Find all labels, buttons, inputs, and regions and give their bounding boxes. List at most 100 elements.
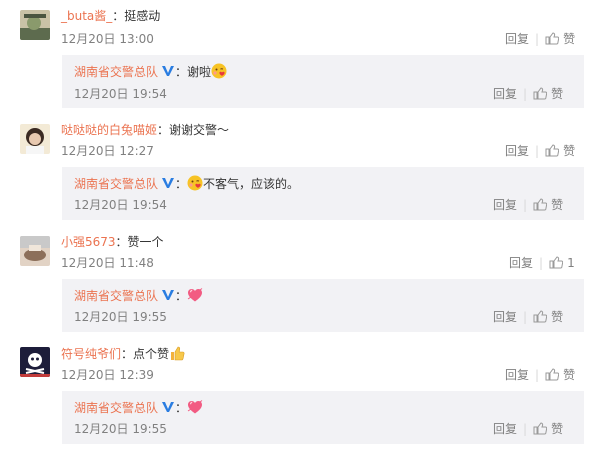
comment-actions: 回复 | 赞 (505, 32, 575, 46)
like-button[interactable]: 赞 (545, 32, 575, 46)
reply-time: 12月20日 19:54 (74, 87, 167, 101)
reply-button[interactable]: 回复 (493, 87, 517, 101)
action-divider: | (523, 87, 528, 101)
reply-username[interactable]: 湖南省交警总队 (74, 401, 158, 415)
reply-actions: 回复 | 赞 (493, 422, 563, 436)
reply-line: 湖南省交警总队 ： 不客气，应该的。 (74, 175, 299, 192)
reply-line: 湖南省交警总队 ： (74, 287, 203, 304)
reply-actions: 回复 | 赞 (493, 198, 563, 212)
thumbs-up-icon (533, 198, 548, 211)
like-button[interactable]: 赞 (533, 310, 563, 324)
reply-line: 湖南省交警总队 ： (74, 399, 203, 416)
reply-username[interactable]: 湖南省交警总队 (74, 289, 158, 303)
comment-text: ：谢谢交警～ (157, 123, 230, 137)
reply-button[interactable]: 回复 (505, 368, 529, 382)
official-reply: 湖南省交警总队 ： 12月20日 19:55 回复 | 赞 (62, 391, 584, 444)
reply-button[interactable]: 回复 (505, 144, 529, 158)
like-button[interactable]: 赞 (545, 368, 575, 382)
action-divider: | (535, 144, 540, 158)
like-label: 赞 (551, 310, 564, 324)
thumbs-up-icon (533, 310, 548, 323)
thumbs-up-emoji-icon (171, 346, 185, 361)
verified-badge-icon (162, 290, 175, 300)
avatar[interactable] (20, 347, 50, 377)
comment-username[interactable]: 符号纯爷们 (61, 347, 121, 361)
comment-line: 哒哒哒的白兔喵姬：谢谢交警～ (61, 122, 229, 138)
comment-text: ：赞一个 (115, 235, 164, 249)
comment-actions: 回复 | 1 (509, 256, 575, 270)
like-button[interactable]: 赞 (533, 422, 563, 436)
comment-time: 12月20日 11:48 (61, 256, 154, 270)
heart-emoji-icon (187, 288, 203, 302)
like-button[interactable]: 赞 (533, 87, 563, 101)
like-button[interactable]: 1 (549, 256, 575, 270)
reply-actions: 回复 | 赞 (493, 310, 563, 324)
avatar[interactable] (20, 10, 50, 40)
thumbs-up-icon (533, 87, 548, 100)
like-label: 赞 (551, 422, 564, 436)
verified-badge-icon (162, 402, 175, 412)
comment-item: 符号纯爷们：点个赞 12月20日 12:39 回复 | 赞 (0, 337, 600, 392)
comment-username[interactable]: _buta酱_ (61, 9, 112, 23)
kiss-emoji-icon (211, 63, 227, 79)
action-divider: | (535, 368, 540, 382)
comment-username[interactable]: 小强5673 (61, 235, 116, 249)
avatar[interactable] (20, 236, 50, 266)
like-label: 赞 (563, 368, 576, 382)
comment-item: 哒哒哒的白兔喵姬：谢谢交警～ 12月20日 12:27 回复 | 赞 (0, 113, 600, 168)
like-count: 1 (567, 256, 575, 270)
official-reply: 湖南省交警总队 ： 不客气，应该的。 12月20日 19:54 回复 | 赞 (62, 167, 584, 220)
reply-actions: 回复 | 赞 (493, 87, 563, 101)
thumbs-up-icon (549, 256, 564, 269)
comment-text: ：点个赞 (121, 347, 170, 361)
heart-emoji-icon (187, 400, 203, 414)
comment-line: 小强5673：赞一个 (61, 234, 164, 250)
comment-item: 小强5673：赞一个 12月20日 11:48 回复 | 1 (0, 225, 600, 280)
official-reply: 湖南省交警总队 ： 12月20日 19:55 回复 | 赞 (62, 279, 584, 332)
verified-badge-icon (162, 178, 175, 188)
like-label: 赞 (551, 198, 564, 212)
comment-text: ：挺感动 (112, 9, 161, 23)
action-divider: | (535, 32, 540, 46)
thumbs-up-icon (545, 144, 560, 157)
comment-line: _buta酱_：挺感动 (61, 8, 160, 24)
reply-text: ： (175, 289, 188, 303)
reply-text: ： (175, 401, 188, 415)
comment-line: 符号纯爷们：点个赞 (61, 345, 185, 362)
action-divider: | (523, 422, 528, 436)
like-button[interactable]: 赞 (533, 198, 563, 212)
reply-button[interactable]: 回复 (509, 256, 533, 270)
comment-time: 12月20日 12:39 (61, 368, 154, 382)
official-reply: 湖南省交警总队 ：谢啦 12月20日 19:54 回复 | 赞 (62, 55, 584, 108)
like-button[interactable]: 赞 (545, 144, 575, 158)
verified-badge-icon (162, 66, 175, 76)
reply-time: 12月20日 19:55 (74, 310, 167, 324)
action-divider: | (523, 310, 528, 324)
kiss-emoji-icon (187, 175, 203, 191)
action-divider: | (539, 256, 544, 270)
comment-time: 12月20日 12:27 (61, 144, 154, 158)
comment-actions: 回复 | 赞 (505, 144, 575, 158)
comment-username[interactable]: 哒哒哒的白兔喵姬 (61, 123, 157, 137)
like-label: 赞 (551, 87, 564, 101)
reply-username[interactable]: 湖南省交警总队 (74, 177, 158, 191)
action-divider: | (523, 198, 528, 212)
reply-button[interactable]: 回复 (493, 422, 517, 436)
reply-prefix: ： (175, 177, 188, 191)
reply-text: 不客气，应该的。 (203, 177, 300, 191)
reply-line: 湖南省交警总队 ：谢啦 (74, 63, 227, 80)
reply-time: 12月20日 19:54 (74, 198, 167, 212)
like-label: 赞 (563, 144, 576, 158)
avatar[interactable] (20, 124, 50, 154)
comment-time: 12月20日 13:00 (61, 32, 154, 46)
comment-item: _buta酱_：挺感动 12月20日 13:00 回复 | 赞 (0, 0, 600, 55)
thumbs-up-icon (545, 32, 560, 45)
like-label: 赞 (563, 32, 576, 46)
thumbs-up-icon (545, 368, 560, 381)
reply-time: 12月20日 19:55 (74, 422, 167, 436)
reply-text: ：谢啦 (175, 65, 212, 79)
reply-button[interactable]: 回复 (493, 310, 517, 324)
reply-button[interactable]: 回复 (493, 198, 517, 212)
reply-button[interactable]: 回复 (505, 32, 529, 46)
reply-username[interactable]: 湖南省交警总队 (74, 65, 158, 79)
